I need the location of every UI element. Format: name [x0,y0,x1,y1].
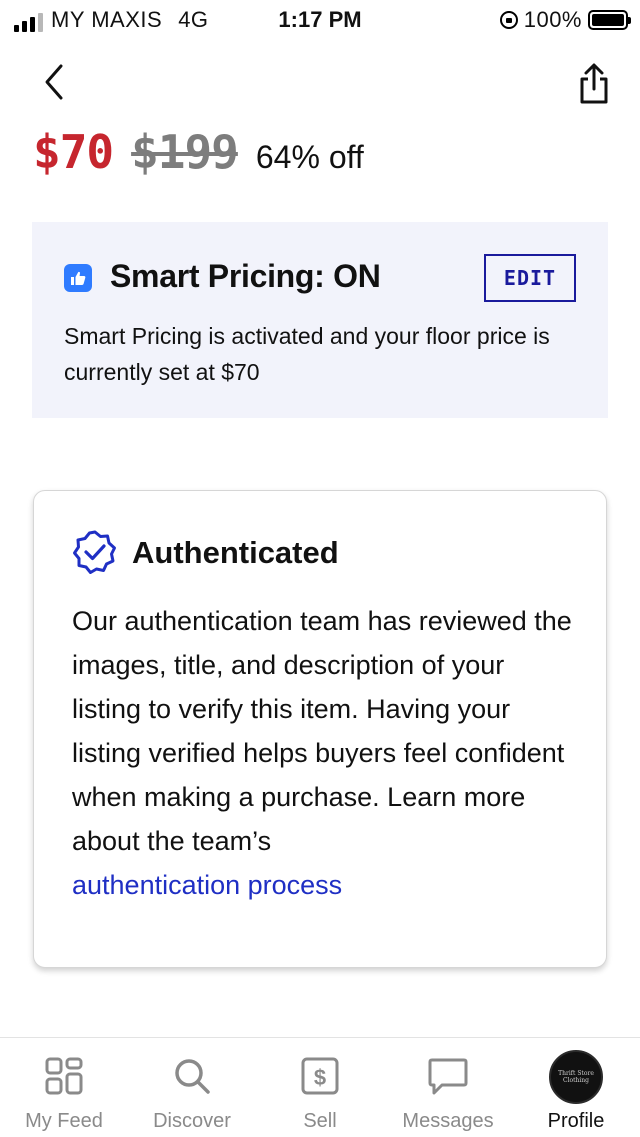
battery-icon [588,10,631,30]
search-icon [175,1059,210,1094]
dollar-icon: $ [301,1057,339,1095]
share-button[interactable] [574,62,614,106]
back-button[interactable] [40,62,70,102]
thumbs-up-icon [64,264,92,292]
tab-my-feed[interactable]: My Feed [0,1038,128,1137]
smart-pricing-panel: Smart Pricing: ON EDIT Smart Pricing is … [32,222,608,418]
smart-pricing-title: Smart Pricing: ON [110,258,381,294]
tab-profile[interactable]: Thrift Store Clothing Profile [512,1038,640,1137]
avatar-text-line: Clothing [562,1077,590,1084]
battery-percent: 100% [523,7,582,32]
original-price: $199 [131,125,239,179]
svg-text:$: $ [314,1065,326,1090]
avatar: Thrift Store Clothing [549,1050,603,1104]
tab-messages[interactable]: Messages [384,1038,512,1137]
tab-label: Messages [402,1110,494,1132]
profile-avatar-wrap: Thrift Store Clothing [549,1050,603,1104]
tab-label: Discover [153,1110,231,1132]
tab-label: My Feed [25,1110,103,1132]
message-bubble-icon [428,1058,468,1095]
tab-label: Sell [303,1110,337,1132]
avatar-text-line: Thrift Store [558,1070,594,1077]
current-price: $70 [33,125,114,179]
status-right: 100% [499,7,631,32]
tab-label: Profile [547,1110,605,1132]
tab-bar: My Feed Discover $ Sell Messages Thrift … [0,1037,640,1137]
chevron-left-icon [45,64,63,100]
feed-grid-icon [45,1057,83,1095]
authentication-process-link[interactable]: authentication process [72,870,342,900]
tab-discover[interactable]: Discover [128,1038,256,1137]
authenticated-description: Our authentication team has reviewed the… [72,599,580,907]
price-row: $70 $199 64% off [33,125,364,179]
verified-badge-icon [73,530,116,574]
orientation-lock-icon [499,11,518,29]
edit-button[interactable]: EDIT [484,254,576,302]
share-icon [580,63,608,104]
smart-pricing-description: Smart Pricing is activated and your floo… [64,323,550,385]
tab-sell[interactable]: $ Sell [256,1038,384,1137]
authenticated-title: Authenticated [132,535,339,570]
authenticated-body-text: Our authentication team has reviewed the… [72,606,572,856]
status-bar: MY MAXIS 4G 1:17 PM 100% [0,0,640,40]
authenticated-card: Authenticated Our authentication team ha… [33,490,607,968]
discount-label: 64% off [255,139,364,175]
